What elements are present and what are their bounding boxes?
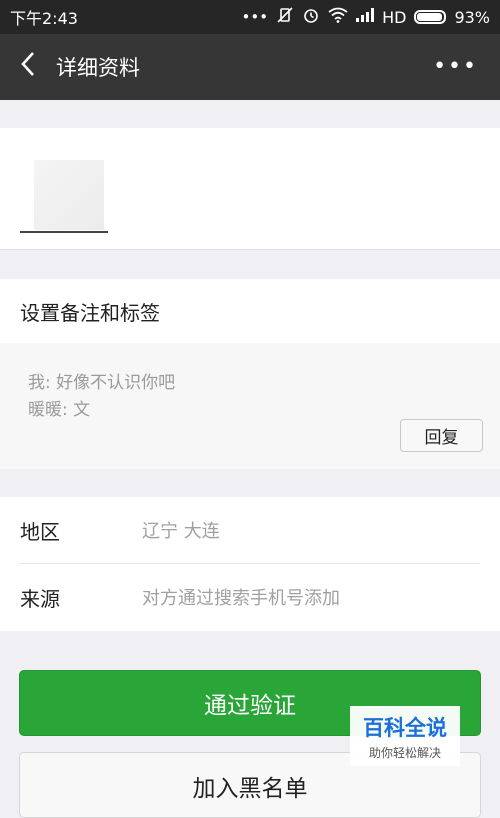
battery-percent: 93%	[454, 7, 490, 27]
source-label: 来源	[20, 586, 60, 611]
status-time: 下午2:43	[10, 9, 78, 28]
region-value: 辽宁 大连	[142, 521, 220, 542]
set-remark-row[interactable]: 设置备注和标签	[0, 279, 500, 343]
vibrate-off-icon	[276, 7, 294, 27]
watermark-subtitle: 助你轻松解决	[368, 745, 441, 760]
reply-button[interactable]: 回复	[400, 419, 483, 452]
ellipsis-icon: •••	[433, 54, 478, 79]
status-icons: ••• HD 93%	[242, 6, 490, 28]
info-block: 地区 辽宁 大连 来源 对方通过搜索手机号添加	[0, 497, 500, 631]
back-button[interactable]	[0, 34, 56, 100]
battery-icon	[414, 10, 447, 24]
watermark-title: 百科全说	[363, 715, 447, 740]
profile-name-line	[20, 231, 108, 233]
region-row: 地区 辽宁 大连	[0, 497, 500, 563]
title-bar: 详细资料 •••	[0, 34, 500, 100]
battery-level	[417, 13, 442, 21]
network-type: HD	[382, 7, 407, 27]
more-options-button[interactable]: •••	[433, 54, 478, 79]
status-bar: 下午2:43 ••• HD 93%	[0, 0, 500, 34]
signal-icon	[356, 8, 375, 26]
page-title: 详细资料	[56, 56, 140, 80]
message-line: 暖暖: 文	[28, 400, 91, 420]
watermark-logo: 百科全说 助你轻松解决	[350, 706, 460, 766]
more-dots-icon: •••	[241, 8, 269, 26]
set-remark-label: 设置备注和标签	[20, 300, 160, 325]
alarm-icon	[302, 6, 320, 28]
wifi-icon	[328, 7, 348, 27]
source-value: 对方通过搜索手机号添加	[142, 588, 340, 609]
region-label: 地区	[20, 519, 60, 544]
profile-card	[0, 128, 500, 250]
chevron-left-icon	[20, 50, 36, 85]
message-line: 我: 好像不认识你吧	[28, 373, 176, 393]
source-row: 来源 对方通过搜索手机号添加	[0, 564, 500, 630]
avatar[interactable]	[34, 160, 104, 230]
